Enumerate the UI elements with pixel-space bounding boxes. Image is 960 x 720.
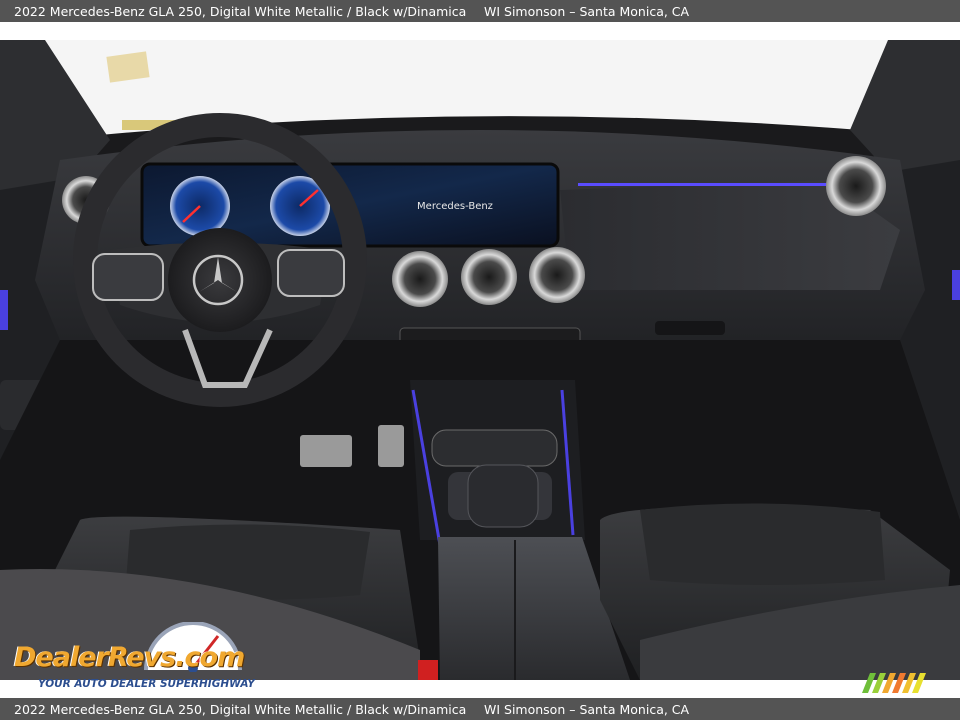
- right-side-vent: [826, 156, 886, 216]
- screen-brand-text: Mercedes-Benz: [417, 201, 493, 212]
- dealer-caption: WI Simonson – Santa Monica, CA: [484, 3, 690, 19]
- left-wheel-controls[interactable]: [92, 253, 164, 301]
- passenger-seat-insert: [640, 503, 885, 585]
- watermark-name: DealerRevs.com: [14, 642, 245, 673]
- cupholder-cover[interactable]: [431, 429, 558, 467]
- right-ambient-light: [952, 270, 960, 300]
- caption-bar-top: 2022 Mercedes-Benz GLA 250, Digital Whit…: [0, 0, 960, 22]
- vehicle-caption-bottom: 2022 Mercedes-Benz GLA 250, Digital Whit…: [14, 701, 467, 717]
- watermark-tagline: YOUR AUTO DEALER SUPERHIGHWAY: [38, 678, 255, 690]
- vehicle-caption: 2022 Mercedes-Benz GLA 250, Digital Whit…: [14, 3, 467, 19]
- seatbelt-buckle: [418, 660, 438, 680]
- interior-photo: Mercedes-Benz: [0, 40, 960, 680]
- dealerrevs-watermark: DealerRevs.com YOUR AUTO DEALER SUPERHIG…: [10, 622, 272, 694]
- accelerator-pedal: [378, 425, 404, 467]
- left-ambient-light: [0, 290, 8, 330]
- center-vent-3: [529, 247, 585, 303]
- touchpad[interactable]: [467, 464, 539, 528]
- brake-pedal: [300, 435, 352, 467]
- center-vent-1: [392, 251, 448, 307]
- glovebox-handle[interactable]: [655, 321, 725, 335]
- ambient-light-strip: [578, 183, 828, 186]
- color-stripes-icon: [862, 673, 926, 693]
- dealer-caption-bottom: WI Simonson – Santa Monica, CA: [484, 701, 690, 717]
- right-wheel-controls[interactable]: [277, 249, 345, 297]
- window-sticker: [106, 51, 150, 83]
- center-vent-2: [461, 249, 517, 305]
- caption-bar-bottom: 2022 Mercedes-Benz GLA 250, Digital Whit…: [0, 698, 960, 720]
